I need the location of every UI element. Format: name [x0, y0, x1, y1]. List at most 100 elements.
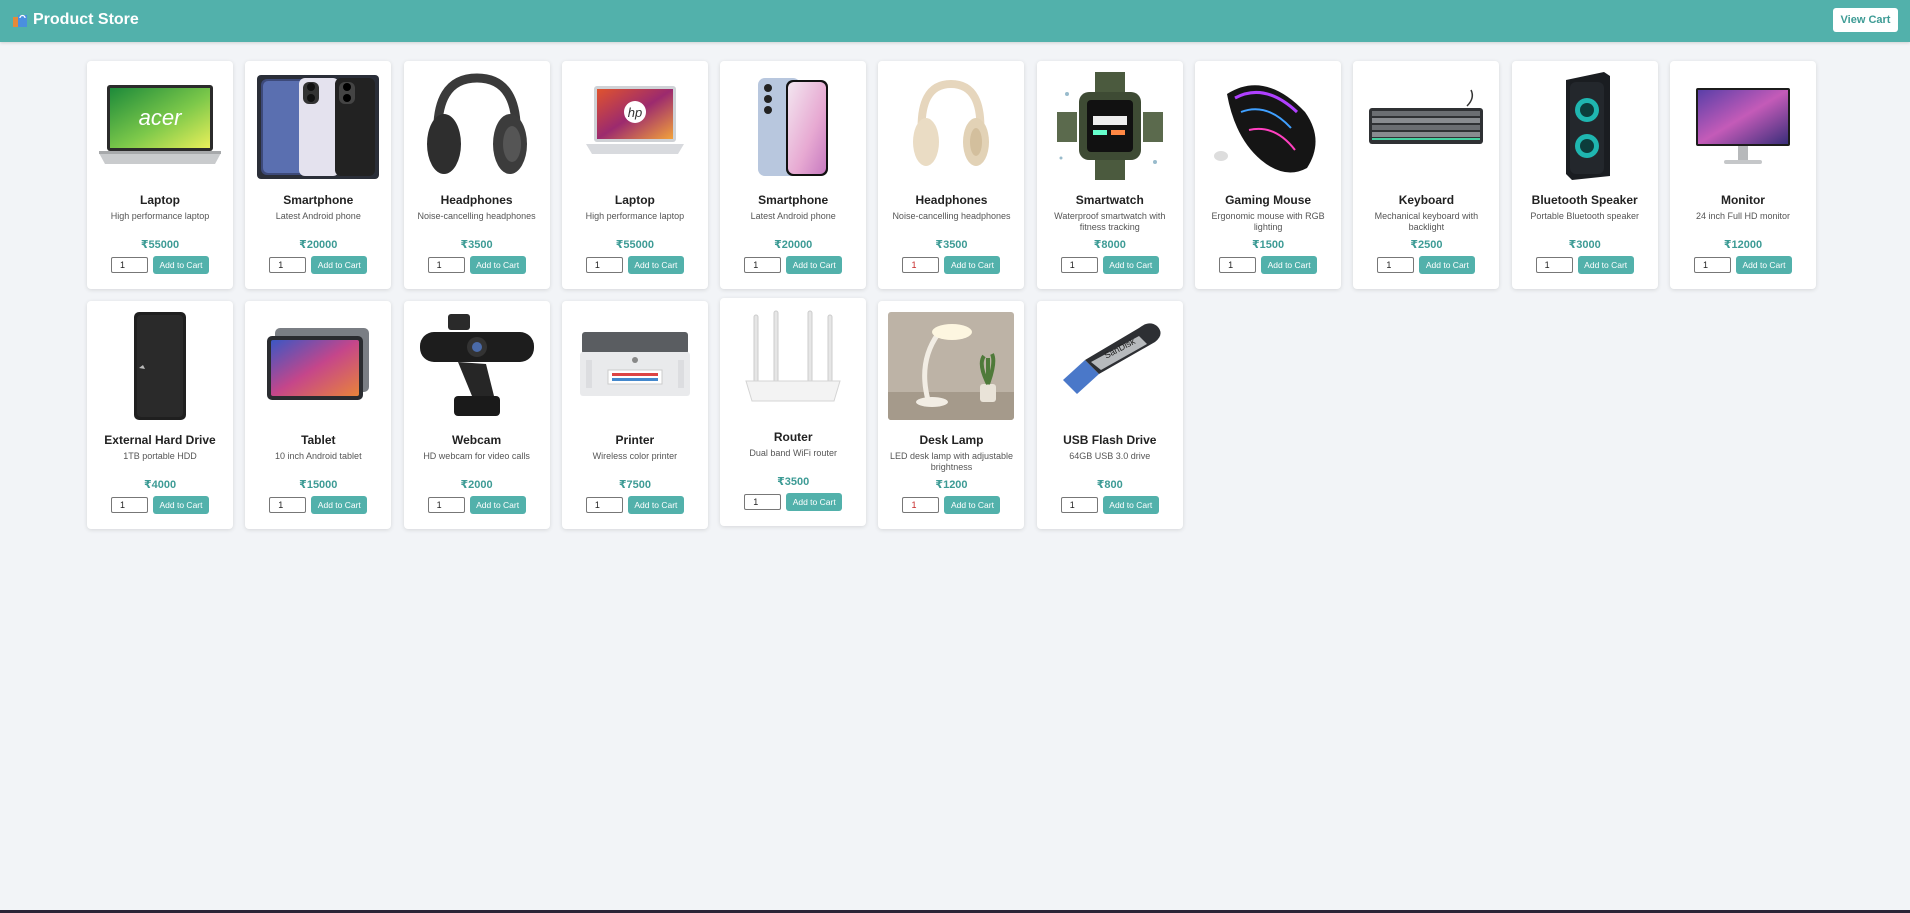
product-price: ₹2500: [1410, 239, 1443, 251]
product-description: 1TB portable HDD: [123, 451, 197, 461]
add-to-cart-button[interactable]: Add to Cart: [469, 256, 526, 274]
add-to-cart-button[interactable]: Add to Cart: [311, 256, 368, 274]
add-to-cart-button[interactable]: Add to Cart: [627, 256, 684, 274]
top-navbar: Product Store View Cart: [0, 0, 1910, 42]
add-to-cart-row: Add to Cart: [1060, 256, 1159, 274]
product-name: Laptop: [614, 193, 655, 207]
product-price: ₹3000: [1568, 239, 1601, 251]
add-to-cart-button[interactable]: Add to Cart: [786, 256, 843, 274]
hp-laptop-image: hp: [572, 72, 698, 180]
add-to-cart-button[interactable]: Add to Cart: [1577, 256, 1634, 274]
add-to-cart-button[interactable]: Add to Cart: [1419, 256, 1476, 274]
quantity-input[interactable]: [269, 497, 307, 513]
add-to-cart-button[interactable]: Add to Cart: [1261, 256, 1318, 274]
black-headphones-image: [414, 72, 540, 180]
quantity-input[interactable]: [1535, 257, 1573, 273]
speaker-image: [1522, 72, 1648, 180]
quantity-input[interactable]: [902, 257, 940, 273]
product-card: Router Dual band WiFi router ₹3500 Add t…: [720, 298, 867, 526]
add-to-cart-button[interactable]: Add to Cart: [627, 496, 684, 514]
product-card: External Hard Drive 1TB portable HDD ₹40…: [87, 301, 233, 529]
quantity-input[interactable]: [269, 257, 307, 273]
quantity-input[interactable]: [1060, 257, 1098, 273]
product-price: ₹3500: [460, 239, 493, 251]
product-price: ₹8000: [1093, 239, 1126, 251]
quantity-input[interactable]: [744, 257, 782, 273]
add-to-cart-button[interactable]: Add to Cart: [469, 496, 526, 514]
product-card: acer Laptop High performance laptop ₹550…: [87, 61, 233, 289]
add-to-cart-row: Add to Cart: [269, 496, 368, 514]
product-name: Gaming Mouse: [1225, 193, 1312, 207]
product-description: HD webcam for video calls: [423, 451, 530, 461]
product-description: Mechanical keyboard with backlight: [1374, 211, 1479, 232]
gaming-mouse-image: [1205, 72, 1331, 180]
product-name: External Hard Drive: [104, 433, 216, 447]
product-card: Headphones Noise-cancelling headphones ₹…: [403, 61, 550, 289]
product-card: Gaming Mouse Ergonomic mouse with RGB li…: [1195, 61, 1342, 289]
product-price: ₹20000: [299, 239, 338, 251]
brand[interactable]: Product Store: [12, 0, 139, 40]
hp-logo: hp: [628, 105, 642, 120]
add-to-cart-row: Add to Cart: [902, 496, 1001, 514]
add-to-cart-row: Add to Cart: [902, 256, 1001, 274]
product-price: ₹1200: [935, 479, 968, 491]
quantity-input[interactable]: [902, 497, 940, 513]
product-price: ₹15000: [299, 479, 338, 491]
usb-drive-image: SanDisk: [1047, 312, 1173, 420]
quantity-input[interactable]: [427, 257, 465, 273]
add-to-cart-button[interactable]: Add to Cart: [1102, 496, 1159, 514]
product-description: Portable Bluetooth speaker: [1530, 211, 1639, 221]
product-card: Smartphone Latest Android phone ₹20000 A…: [245, 61, 392, 289]
view-cart-button[interactable]: View Cart: [1833, 8, 1898, 32]
add-to-cart-button[interactable]: Add to Cart: [153, 256, 209, 274]
quantity-input[interactable]: [585, 257, 623, 273]
product-price: ₹2000: [460, 479, 493, 491]
acer-logo: acer: [139, 105, 183, 130]
add-to-cart-button[interactable]: Add to Cart: [311, 496, 368, 514]
product-price: ₹55000: [615, 239, 655, 251]
add-to-cart-button[interactable]: Add to Cart: [944, 496, 1001, 514]
product-name: Router: [773, 430, 813, 444]
hard-drive-image: [97, 312, 223, 420]
product-description: Latest Android phone: [275, 211, 361, 221]
quantity-input[interactable]: [1060, 497, 1098, 513]
product-description: Dual band WiFi router: [749, 448, 837, 458]
product-name: Monitor: [1720, 193, 1765, 207]
add-to-cart-row: Add to Cart: [1219, 256, 1318, 274]
quantity-input[interactable]: [111, 257, 148, 273]
product-name: Laptop: [140, 193, 180, 207]
product-name: Headphones: [440, 193, 513, 207]
product-description: Waterproof smartwatch with fitness track…: [1054, 211, 1166, 232]
quantity-input[interactable]: [1693, 257, 1731, 273]
router-image: [730, 309, 856, 417]
product-price: ₹3500: [777, 476, 810, 488]
product-description: LED desk lamp with adjustable brightness: [889, 451, 1014, 472]
product-price: ₹12000: [1723, 239, 1763, 251]
quantity-input[interactable]: [1377, 257, 1415, 273]
product-description: Ergonomic mouse with RGB lighting: [1211, 211, 1325, 232]
add-to-cart-button[interactable]: Add to Cart: [786, 493, 843, 511]
product-description: High performance laptop: [110, 211, 210, 221]
keyboard-image: [1363, 72, 1489, 180]
quantity-input[interactable]: [744, 494, 782, 510]
add-to-cart-row: Add to Cart: [1693, 256, 1792, 274]
quantity-input[interactable]: [427, 497, 465, 513]
add-to-cart-button[interactable]: Add to Cart: [1102, 256, 1159, 274]
add-to-cart-button[interactable]: Add to Cart: [1735, 256, 1792, 274]
add-to-cart-button[interactable]: Add to Cart: [944, 256, 1001, 274]
product-description: High performance laptop: [585, 211, 685, 221]
product-description: Noise-cancelling headphones: [417, 211, 536, 221]
quantity-input[interactable]: [585, 497, 623, 513]
webcam-image: [414, 312, 540, 420]
product-price: ₹55000: [140, 239, 180, 251]
add-to-cart-button[interactable]: Add to Cart: [153, 496, 209, 514]
quantity-input[interactable]: [111, 497, 148, 513]
quantity-input[interactable]: [1219, 257, 1257, 273]
acer-laptop-image: acer: [97, 72, 223, 180]
product-price: ₹800: [1096, 479, 1123, 491]
add-to-cart-row: Add to Cart: [744, 256, 843, 274]
beige-headphones-image: [888, 72, 1014, 180]
smartwatch-image: [1047, 72, 1173, 180]
product-name: Smartwatch: [1075, 193, 1144, 207]
product-card: Webcam HD webcam for video calls ₹2000 A…: [403, 301, 550, 529]
